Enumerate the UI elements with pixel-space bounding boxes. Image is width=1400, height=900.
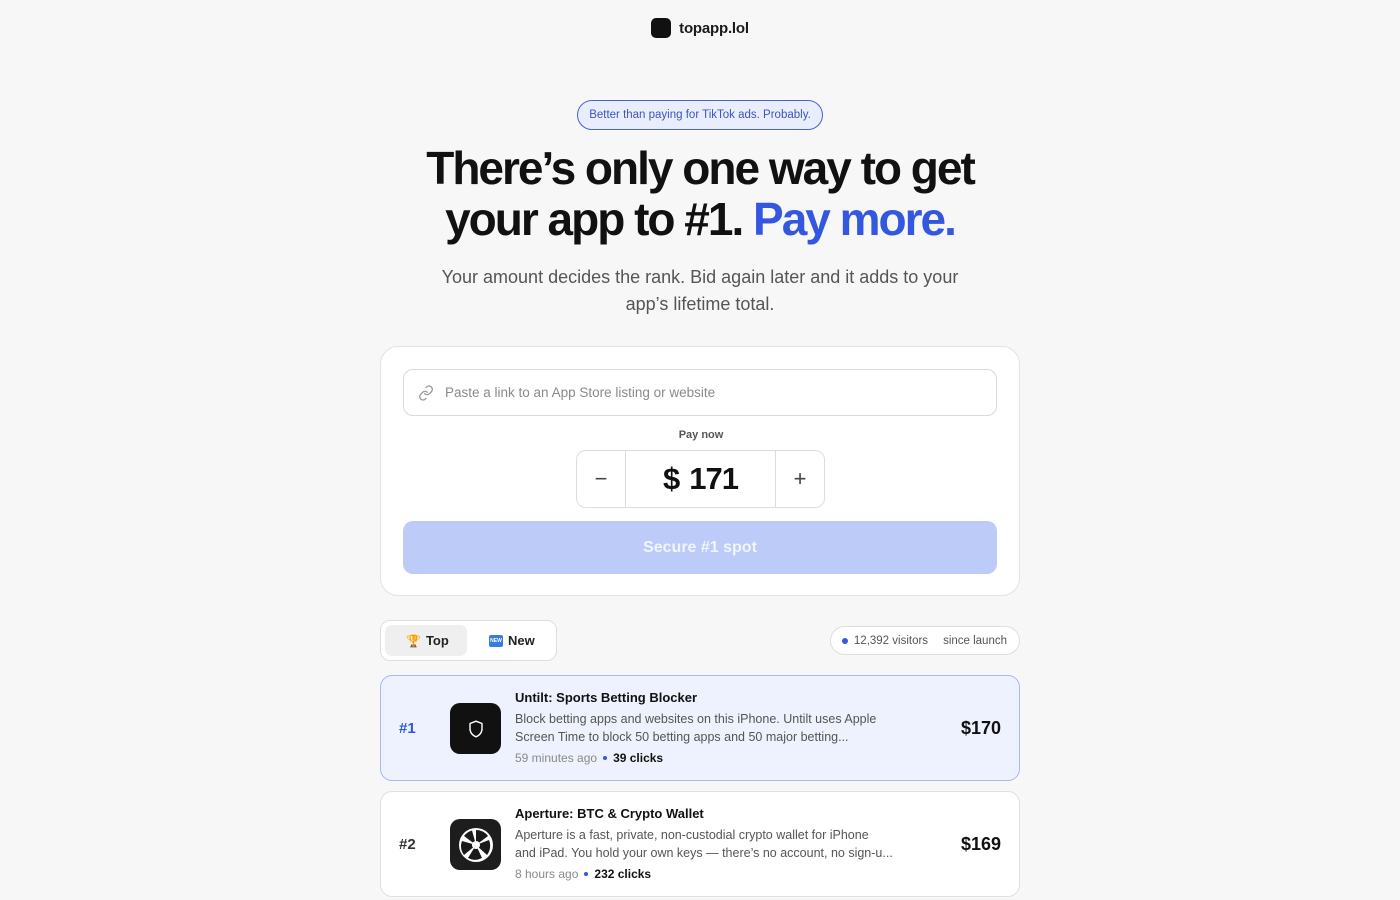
rank-label: #2: [399, 835, 416, 853]
currency-symbol: $: [663, 461, 680, 496]
shield-icon: [450, 703, 501, 754]
app-name[interactable]: Untilt: Sports Betting Blocker: [515, 690, 697, 705]
app-meta: 59 minutes ago 39 clicks: [515, 751, 663, 765]
tab-new[interactable]: NEW New: [471, 625, 535, 656]
amount-display[interactable]: $ 171: [625, 451, 776, 507]
subhead-line1: Your amount decides the rank. Bid again …: [441, 267, 959, 287]
app-meta: 8 hours ago 232 clicks: [515, 867, 651, 881]
headline-accent: Pay more.: [753, 193, 957, 245]
tab-top-label: Top: [425, 633, 449, 648]
hero-subhead: Your amount decides the rank. Bid again …: [0, 264, 1400, 318]
app-time: 59 minutes ago: [515, 751, 598, 765]
headline-line1: There’s only one way to get: [426, 142, 976, 194]
secure-spot-button[interactable]: Secure #1 spot: [403, 521, 997, 574]
meta-dot-icon: [603, 756, 608, 760]
tab-top[interactable]: 🏆 Top: [385, 625, 467, 656]
app-desc-line1: Aperture is a fast, private, non-custodi…: [515, 828, 869, 842]
hero-headline: There’s only one way to get your app to …: [0, 143, 1400, 245]
app-description: Aperture is a fast, private, non-custodi…: [515, 827, 903, 862]
new-badge-icon: NEW: [489, 634, 503, 647]
list-item[interactable]: #2 Aperture: BTC & Crypto Wallet Apertur…: [380, 791, 1020, 897]
pay-now-label: Pay now: [678, 429, 724, 441]
link-icon: [418, 384, 434, 401]
brand-name[interactable]: topapp.lol: [679, 20, 749, 37]
ranking-tabs: 🏆 Top NEW New: [380, 620, 557, 661]
tab-new-label: New: [508, 633, 535, 648]
subhead-line2: app’s lifetime total.: [625, 294, 775, 314]
app-time: 8 hours ago: [515, 867, 579, 881]
app-link-input[interactable]: [445, 385, 996, 400]
app-desc-line2: Screen Time to block 50 betting apps and…: [515, 729, 849, 744]
app-description: Block betting apps and websites on this …: [515, 711, 903, 746]
aperture-icon: [450, 819, 501, 870]
amount-stepper: − $ 171 +: [576, 450, 825, 508]
brand-logo-icon[interactable]: [651, 18, 672, 38]
tagline-pill: Better than paying for TikTok ads. Proba…: [577, 100, 823, 130]
link-input-wrapper[interactable]: [403, 369, 997, 416]
live-dot-icon: [841, 637, 848, 644]
site-header: topapp.lol: [0, 18, 1400, 38]
app-price: $170: [960, 717, 1001, 738]
decrease-amount-button[interactable]: −: [577, 451, 625, 507]
list-item[interactable]: #1 Untilt: Sports Betting Blocker Block …: [380, 675, 1020, 781]
app-clicks: 39 clicks: [613, 751, 664, 765]
visitor-suffix: since launch: [943, 634, 1007, 647]
trophy-icon: 🏆: [406, 633, 421, 648]
app-clicks: 232 clicks: [594, 867, 652, 881]
visitor-counter: 12,392 visitors since launch: [829, 626, 1020, 655]
amount-value: 171: [689, 461, 739, 496]
meta-dot-icon: [584, 872, 589, 876]
app-desc-line1: Block betting apps and websites on this …: [515, 712, 877, 726]
app-name[interactable]: Aperture: BTC & Crypto Wallet: [515, 806, 704, 821]
bid-card: Pay now − $ 171 + Secure #1 spot: [380, 346, 1020, 596]
increase-amount-button[interactable]: +: [776, 451, 824, 507]
visitor-count: 12,392 visitors: [853, 634, 929, 647]
headline-line2: your app to #1.: [445, 193, 744, 245]
app-price: $169: [960, 833, 1001, 854]
rank-label: #1: [399, 719, 416, 737]
app-desc-line2: and iPad. You hold your own keys — there…: [515, 845, 893, 860]
